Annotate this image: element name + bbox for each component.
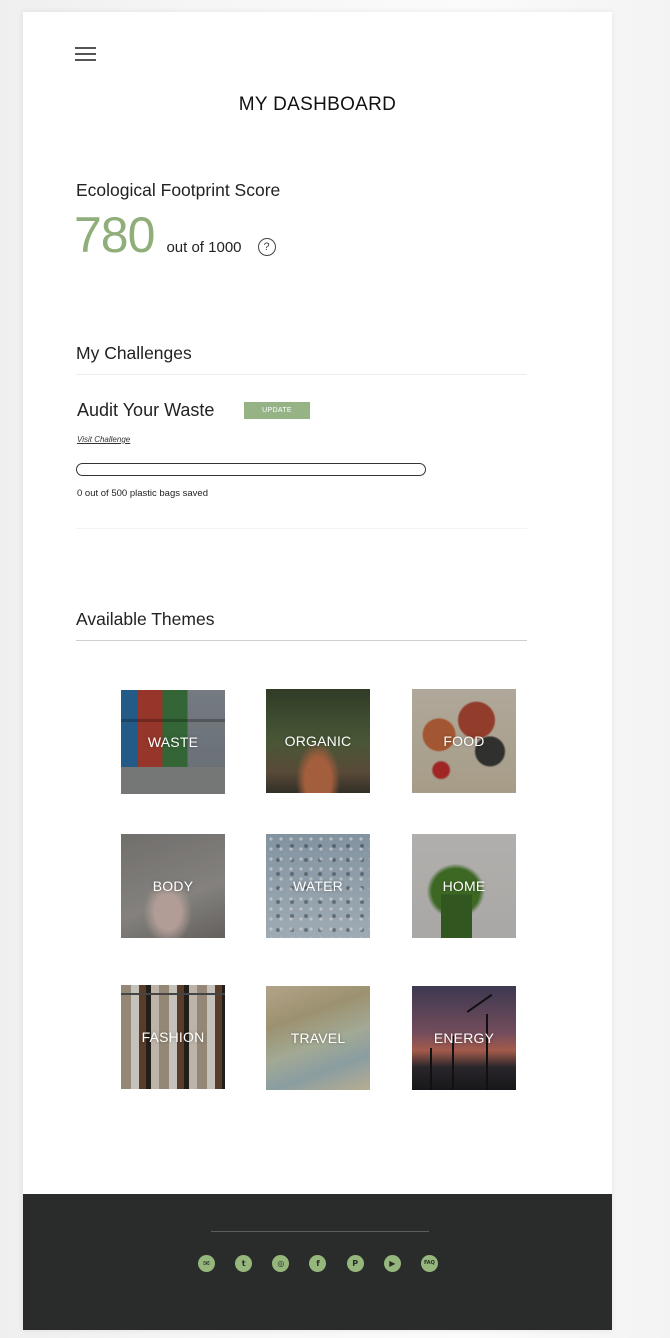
theme-label: FASHION	[141, 1029, 205, 1045]
theme-label: ORGANIC	[284, 733, 352, 749]
email-icon[interactable]: ✉	[198, 1255, 215, 1272]
theme-tile-body[interactable]: BODY	[121, 834, 225, 938]
theme-label: BODY	[152, 878, 194, 894]
theme-tile-home[interactable]: HOME	[412, 834, 516, 938]
theme-label: WATER	[293, 878, 343, 894]
score-value: 780	[74, 207, 155, 263]
challenges-heading: My Challenges	[76, 343, 192, 363]
facebook-icon[interactable]: f	[309, 1255, 327, 1272]
help-icon[interactable]: ?	[257, 238, 276, 256]
theme-tile-organic[interactable]: ORGANIC	[266, 689, 370, 793]
theme-label: TRAVEL	[290, 1030, 346, 1046]
page-title: MY DASHBOARD	[238, 94, 397, 115]
faq-icon[interactable]: FAQ	[420, 1255, 438, 1272]
footer: ✉ t ◎ f P ▶ FAQ	[23, 1194, 612, 1330]
theme-tile-food[interactable]: FOOD	[412, 689, 516, 793]
themes-divider	[76, 640, 527, 641]
pinterest-icon[interactable]: P	[346, 1255, 364, 1272]
challenge-progress-bar	[76, 463, 426, 476]
theme-tile-energy[interactable]: ENERGY	[412, 986, 516, 1090]
twitter-icon[interactable]: t	[235, 1255, 253, 1272]
update-button[interactable]: UPDATE	[244, 402, 310, 419]
themes-heading: Available Themes	[76, 609, 215, 629]
theme-label: WASTE	[147, 734, 199, 750]
theme-label: FOOD	[443, 733, 485, 749]
instagram-icon[interactable]: ◎	[272, 1255, 290, 1272]
footer-divider	[211, 1231, 429, 1232]
theme-tile-waste[interactable]: WASTE	[121, 690, 225, 794]
visit-challenge-link[interactable]: Visit Challenge	[77, 435, 130, 444]
challenge-progress-text: 0 out of 500 plastic bags saved	[77, 488, 208, 499]
challenges-divider	[76, 374, 527, 375]
social-links: ✉ t ◎ f P ▶ FAQ	[198, 1255, 438, 1272]
theme-tile-fashion[interactable]: FASHION	[121, 985, 225, 1089]
theme-tile-travel[interactable]: TRAVEL	[266, 986, 370, 1090]
youtube-icon[interactable]: ▶	[383, 1255, 401, 1272]
theme-label: ENERGY	[433, 1030, 495, 1046]
theme-label: HOME	[442, 878, 486, 894]
score-max-label: out of 1000	[166, 239, 242, 256]
menu-icon[interactable]	[75, 47, 96, 61]
theme-tile-water[interactable]: WATER	[266, 834, 370, 938]
score-row: 780 out of 1000 ?	[74, 210, 276, 260]
score-heading: Ecological Footprint Score	[76, 180, 281, 200]
challenge-divider	[76, 528, 527, 529]
dashboard-page: MY DASHBOARD Ecological Footprint Score …	[23, 12, 612, 1330]
challenge-title: Audit Your Waste	[77, 400, 215, 420]
